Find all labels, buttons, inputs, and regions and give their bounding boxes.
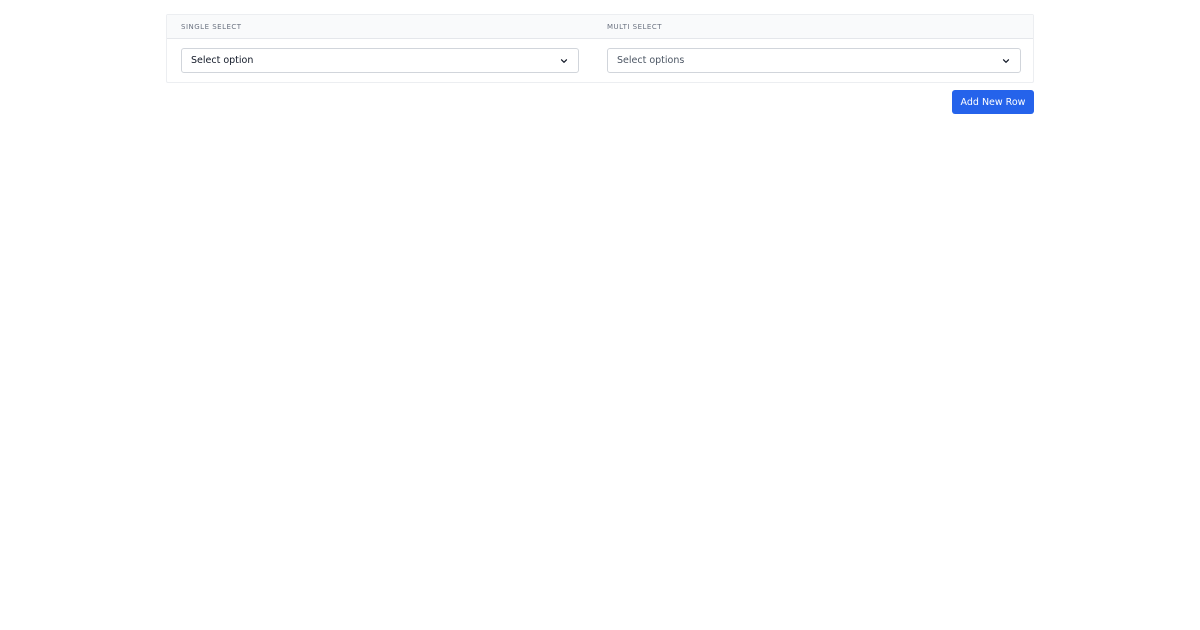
add-new-row-button[interactable]: Add New Row <box>952 90 1034 114</box>
single-select-dropdown[interactable]: Select option <box>181 48 579 73</box>
single-select-value: Select option <box>191 55 254 66</box>
chevron-down-icon <box>559 56 568 65</box>
select-table-container: SINGLE SELECT MULTI SELECT Select option… <box>166 14 1034 114</box>
table-header: SINGLE SELECT MULTI SELECT <box>167 15 1033 39</box>
multi-select-dropdown[interactable]: Select options <box>607 48 1021 73</box>
chevron-down-icon <box>1001 56 1010 65</box>
multi-select-placeholder: Select options <box>617 55 685 66</box>
table-row: Select option Select options <box>167 39 1033 82</box>
select-table: SINGLE SELECT MULTI SELECT Select option… <box>166 14 1034 83</box>
column-header-multi-select: MULTI SELECT <box>607 23 663 31</box>
column-header-single-select: SINGLE SELECT <box>181 23 242 31</box>
table-actions: Add New Row <box>166 90 1034 114</box>
